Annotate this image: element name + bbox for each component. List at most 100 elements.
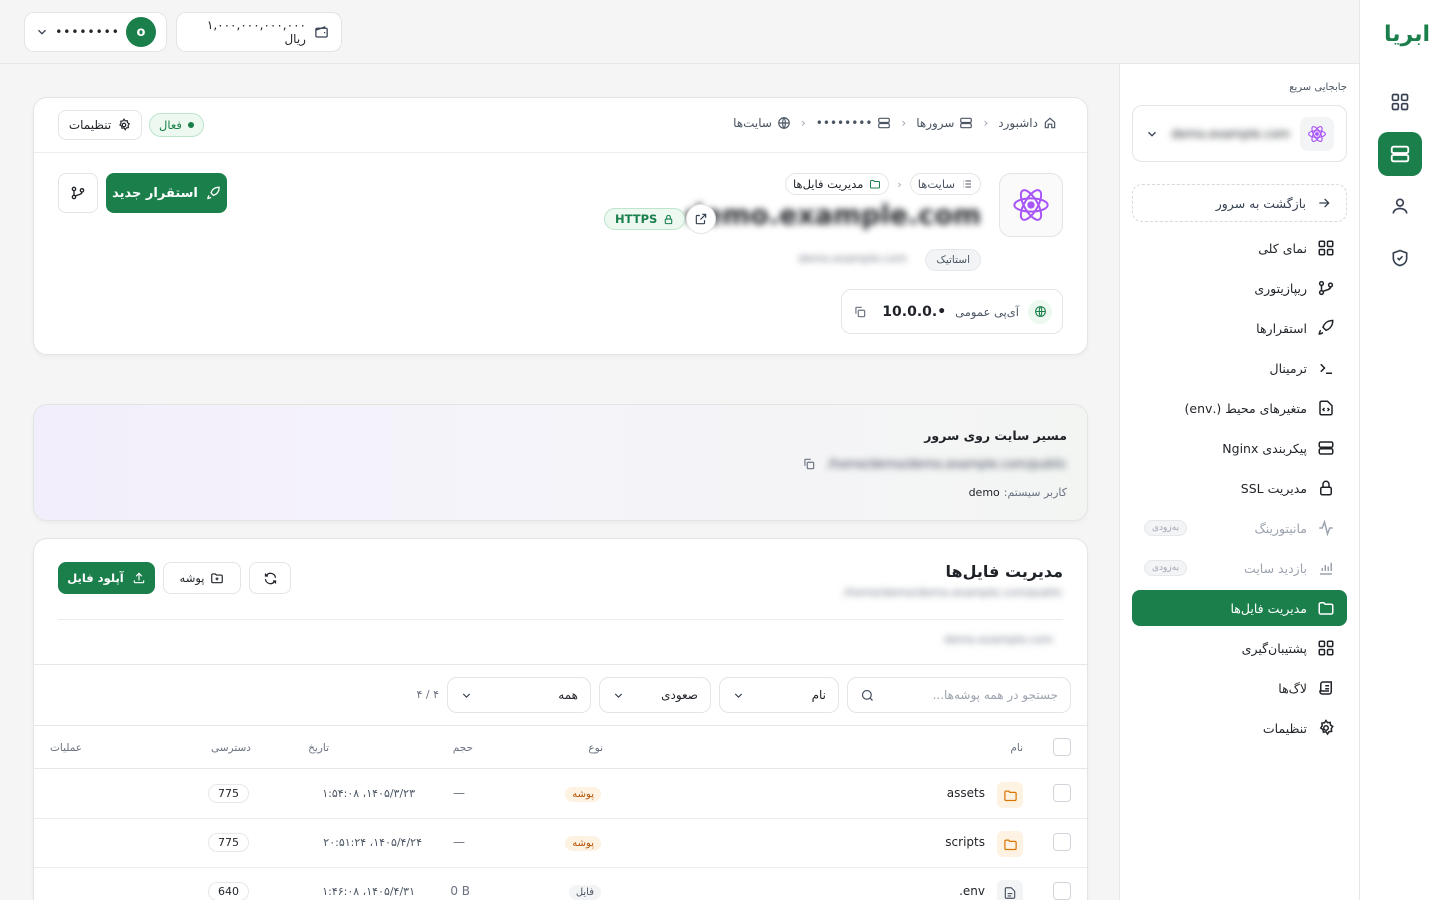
username: •••••••• [55, 25, 120, 39]
column-name[interactable]: نام [1010, 742, 1023, 754]
new-deploy-button[interactable]: استقرار جدید [106, 173, 227, 213]
terminal-icon [1320, 363, 1332, 374]
file-type-badge: پوشه [565, 787, 601, 802]
file-manager-title: مدیریت فایل‌ها [945, 562, 1064, 581]
coming-soon-badge: به‌زودی [1144, 560, 1188, 576]
row-checkbox[interactable] [1053, 882, 1071, 900]
sidebar-item-repository[interactable]: ریپازیتوری [1132, 268, 1347, 308]
copy-icon[interactable] [853, 305, 867, 319]
breadcrumb-label: سایت‌ها [733, 116, 772, 130]
breadcrumb-server[interactable]: •••••••• [816, 116, 892, 130]
copy-icon[interactable] [802, 457, 816, 471]
sidebar-item-label: متغیرهای محیط (.env) [1184, 400, 1307, 416]
https-label: HTTPS [615, 212, 658, 226]
sidebar-item-overview[interactable]: نمای کلی [1132, 228, 1347, 268]
new-folder-label: پوشه [179, 571, 205, 585]
file-size: — [453, 786, 465, 800]
search-icon [861, 689, 873, 701]
server-icon [878, 117, 891, 129]
sidebar-item-label: نمای کلی [1258, 240, 1307, 256]
sort-order-value: صعودی [661, 688, 698, 702]
user-menu[interactable]: o •••••••• [24, 12, 167, 52]
column-type: نوع [588, 742, 603, 754]
wallet-balance[interactable]: ۱,۰۰۰,۰۰۰,۰۰۰,۰۰۰ ریال [176, 12, 342, 52]
search-input[interactable]: جستجو در همه پوشه‌ها... [847, 677, 1071, 713]
sidebar-item-file-manager[interactable]: مدیریت فایل‌ها [1132, 590, 1347, 626]
breadcrumb-label: •••••••• [815, 116, 873, 130]
branch-button[interactable] [58, 173, 98, 213]
system-user-value: demo [968, 486, 1000, 499]
breadcrumb-separator: ‹ [897, 177, 902, 191]
sidebar-item-monitoring[interactable]: مانیتورینگ به‌زودی [1132, 508, 1347, 548]
rail-account-button[interactable] [1378, 184, 1422, 228]
ip-label: آی‌پی عمومی [955, 304, 1019, 319]
file-name[interactable]: scripts [945, 835, 985, 849]
bar-chart-icon [1320, 562, 1332, 575]
sort-order-select[interactable]: صعودی [599, 677, 711, 713]
row-checkbox[interactable] [1053, 833, 1071, 851]
chevron-down-icon [38, 29, 46, 35]
rail-dashboard-button[interactable] [1378, 80, 1422, 124]
type-filter-select[interactable]: همه [447, 677, 591, 713]
site-nav: نمای کلی ریپازیتوری استقرارها ترمینال مت… [1132, 228, 1347, 748]
site-subdomain: demo.example.com [798, 252, 907, 265]
table-row[interactable]: assets پوشه — ۱۴۰۵/۳/۲۳، ۱:۵۴:۰۸ 775 [34, 770, 1087, 819]
gear-icon [1319, 719, 1334, 736]
coming-soon-badge: به‌زودی [1144, 520, 1188, 536]
file-name[interactable]: assets [947, 786, 985, 800]
status-dot [187, 122, 194, 128]
chevron-down-icon [734, 692, 743, 698]
path-row: /home/demo/demo.example.com/public [802, 457, 1067, 471]
breadcrumb-separator: ‹ [983, 116, 989, 130]
sidebar-item-backups[interactable]: پشتیبان‌گیری [1132, 628, 1347, 668]
breadcrumb-sites[interactable]: سایت‌ها [733, 116, 791, 130]
breadcrumb-servers[interactable]: سرورها [916, 116, 973, 130]
upload-label: آپلود فایل [67, 571, 124, 585]
quick-switch-select[interactable]: demo.example.com [1132, 105, 1347, 162]
refresh-button[interactable] [249, 562, 291, 594]
sidebar-item-analytics[interactable]: بازدید سایت به‌زودی [1132, 548, 1347, 588]
rail-security-button[interactable] [1378, 236, 1422, 280]
grid-icon [1318, 240, 1334, 256]
new-folder-button[interactable]: پوشه [163, 562, 241, 594]
file-name[interactable]: .env [959, 884, 985, 898]
upload-file-button[interactable]: آپلود فایل [58, 562, 155, 594]
file-manager-card: مدیریت فایل‌ها /home/demo/demo.example.c… [33, 538, 1088, 900]
sub-breadcrumb-files[interactable]: مدیریت فایل‌ها [785, 173, 890, 195]
sidebar-item-nginx[interactable]: پیکربندی Nginx [1132, 428, 1347, 468]
column-permissions: دسترسی [211, 742, 251, 754]
avatar: o [126, 17, 156, 47]
sidebar-item-settings[interactable]: تنظیمات [1132, 708, 1347, 748]
divider [34, 664, 1087, 665]
sidebar-item-deployments[interactable]: استقرارها [1132, 308, 1347, 348]
rail-servers-button[interactable] [1378, 132, 1422, 176]
sidebar-item-ssl[interactable]: مدیریت SSL [1132, 468, 1347, 508]
row-checkbox[interactable] [1053, 784, 1071, 802]
select-all-checkbox[interactable] [1053, 738, 1071, 756]
gear-icon [119, 118, 131, 131]
site-framework-logo [999, 173, 1063, 237]
sidebar-item-terminal[interactable]: ترمینال [1132, 348, 1347, 388]
file-permissions: 775 [208, 784, 249, 803]
git-branch-icon [1318, 280, 1334, 296]
open-site-button[interactable] [686, 204, 716, 234]
sidebar-item-env[interactable]: متغیرهای محیط (.env) [1132, 388, 1347, 428]
divider [58, 619, 1063, 620]
sidebar-item-logs[interactable]: لاگ‌ها [1132, 668, 1347, 708]
sub-breadcrumb: سایت‌ها ‹ مدیریت فایل‌ها [785, 173, 981, 195]
path-title: مسیر سایت روی سرور [924, 428, 1067, 443]
https-badge: HTTPS [604, 208, 686, 230]
breadcrumb-dashboard[interactable]: داشبورد [998, 116, 1057, 130]
table-row[interactable]: scripts پوشه — ۱۴۰۵/۴/۲۴، ۲۰:۵۱:۲۴ 775 [34, 819, 1087, 868]
table-row[interactable]: .env فایل 0 B ۱۴۰۵/۴/۳۱، ۱:۴۶:۰۸ 640 [34, 868, 1087, 900]
shield-icon [1392, 249, 1408, 267]
breadcrumb-separator: ‹ [901, 116, 907, 130]
lock-icon [665, 214, 673, 224]
sort-field-select[interactable]: نام [719, 677, 839, 713]
chevron-down-icon [1148, 131, 1156, 137]
sub-breadcrumb-sites[interactable]: سایت‌ها [909, 173, 981, 195]
file-size: — [453, 835, 465, 849]
back-to-server-button[interactable]: بازگشت به سرور [1132, 184, 1347, 222]
globe-icon [1028, 299, 1052, 324]
site-settings-button[interactable]: تنظیمات [58, 110, 142, 140]
